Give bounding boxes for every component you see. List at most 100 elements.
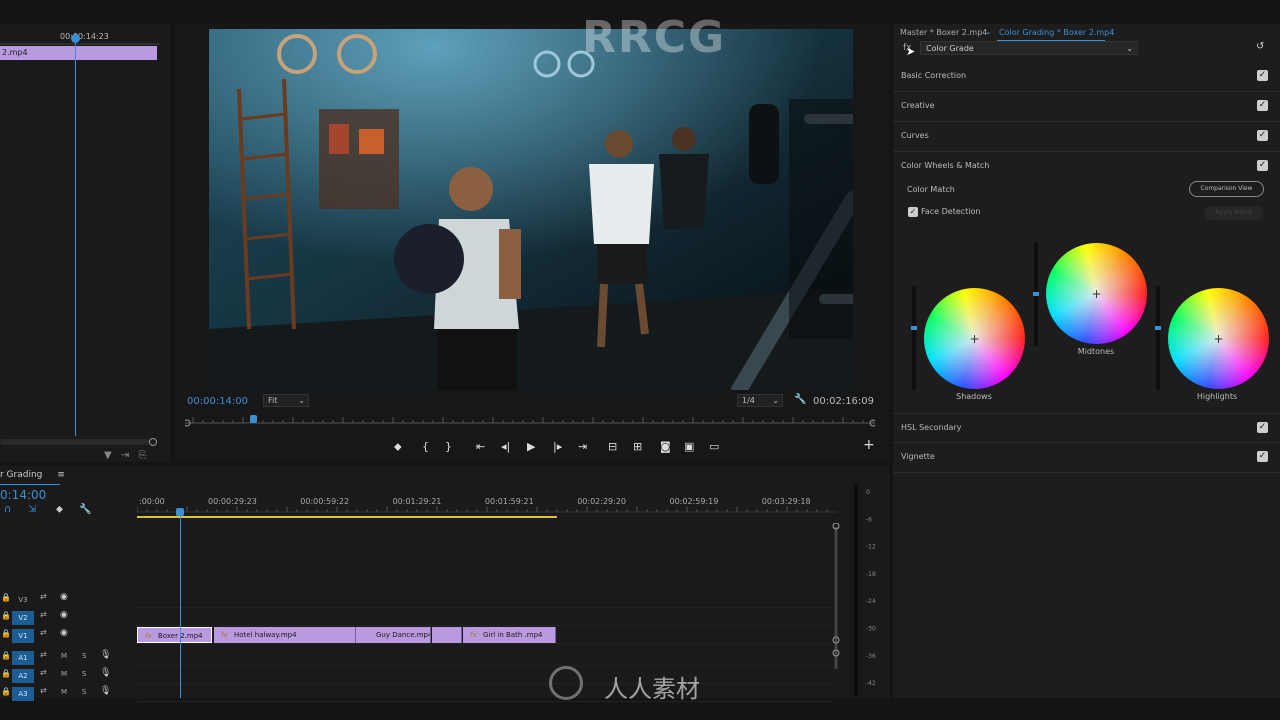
timeline-clip[interactable]: fx Boxer 2.mp4 <box>137 627 212 643</box>
section-curves[interactable]: Curves ✓ <box>893 122 1280 152</box>
menu-icon[interactable]: ≡ <box>57 470 65 480</box>
sync-lock-icon[interactable]: ⇄ <box>40 592 47 601</box>
lock-icon[interactable]: 🔒 <box>1 651 11 660</box>
extract-icon[interactable]: ⊞ <box>633 440 642 453</box>
reset-icon[interactable]: ↺ <box>1256 41 1264 52</box>
track-row-a1[interactable] <box>137 649 832 666</box>
section-enable-checkbox[interactable]: ✓ <box>1257 451 1268 462</box>
shadows-slider-handle[interactable] <box>911 326 917 330</box>
microphone-icon[interactable]: 🎙 <box>100 650 111 660</box>
track-target-v3[interactable]: V3 <box>12 593 34 607</box>
sync-lock-icon[interactable]: ⇄ <box>40 610 47 619</box>
solo-button[interactable]: S <box>82 688 86 696</box>
mark-out-icon[interactable]: } <box>445 440 452 453</box>
track-row-v3[interactable] <box>137 591 832 608</box>
source-playhead[interactable] <box>71 34 80 43</box>
track-target-v2[interactable]: V2 <box>12 611 34 625</box>
midtones-slider[interactable] <box>1033 242 1039 346</box>
track-row-a2[interactable] <box>137 667 832 684</box>
timeline-timecode[interactable]: 0:14:00 <box>0 488 46 502</box>
add-button-icon[interactable]: + <box>863 437 875 453</box>
section-enable-checkbox[interactable]: ✓ <box>1257 100 1268 111</box>
go-to-out-icon[interactable]: ⇥ <box>578 440 587 453</box>
sync-lock-icon[interactable]: ⇄ <box>40 686 47 695</box>
add-marker-icon[interactable]: ⬥ <box>56 504 63 515</box>
timeline-clip[interactable]: Guy Dance.mp4 <box>356 627 431 643</box>
track-row-a3[interactable] <box>137 685 832 702</box>
eye-icon[interactable]: ◉ <box>60 592 68 602</box>
section-creative[interactable]: Creative ✓ <box>893 92 1280 122</box>
insert-icon[interactable]: ⇥ <box>121 450 129 461</box>
track-target-a1[interactable]: A1 <box>12 651 34 665</box>
timeline-clip[interactable] <box>432 627 462 643</box>
sequence-tab[interactable]: r Grading ≡ <box>0 470 65 480</box>
lift-icon[interactable]: ⊟ <box>608 440 617 453</box>
track-target-a2[interactable]: A2 <box>12 669 34 683</box>
section-vignette[interactable]: Vignette ✓ <box>893 443 1280 473</box>
playback-resolution-select[interactable]: 1/4 ⌄ <box>737 394 783 407</box>
section-enable-checkbox[interactable]: ✓ <box>1257 130 1268 141</box>
sync-lock-icon[interactable]: ⇄ <box>40 628 47 637</box>
wrench-icon[interactable]: 🔧 <box>794 394 806 405</box>
eye-icon[interactable]: ◉ <box>60 628 68 638</box>
track-target-v1[interactable]: V1 <box>12 629 34 643</box>
source-clip[interactable]: 2.mp4 <box>0 46 157 60</box>
microphone-icon[interactable]: 🎙 <box>100 668 111 678</box>
track-row-v2[interactable] <box>137 609 832 626</box>
comparison-icon[interactable]: ▣ <box>684 440 694 453</box>
preset-select[interactable]: Color Grade ⌄ <box>920 41 1138 55</box>
work-area-bar[interactable] <box>137 516 557 518</box>
timeline-ruler[interactable]: :00:00 00:00:29:23 00:00:59:22 00:01:29:21 0… <box>137 494 837 518</box>
lock-icon[interactable]: 🔒 <box>1 687 11 696</box>
section-enable-checkbox[interactable]: ✓ <box>1257 422 1268 433</box>
mute-button[interactable]: M <box>61 670 67 678</box>
go-to-in-icon[interactable]: ⇤ <box>476 440 485 453</box>
eye-icon[interactable]: ◉ <box>60 610 68 620</box>
apply-match-button[interactable]: Apply Match <box>1204 206 1264 220</box>
lock-icon[interactable]: 🔒 <box>1 593 11 602</box>
source-scroll-handle[interactable] <box>149 438 157 446</box>
sync-lock-icon[interactable]: ⇄ <box>40 650 47 659</box>
program-playhead[interactable] <box>250 415 257 423</box>
zoom-fit-select[interactable]: Fit ⌄ <box>263 394 309 407</box>
timeline-clip[interactable]: fx Girl in Bath .mp4 <box>463 627 556 643</box>
shadows-slider[interactable] <box>911 286 917 390</box>
section-basic-correction[interactable]: Basic Correction ✓ <box>893 62 1280 92</box>
microphone-icon[interactable]: 🎙 <box>100 686 111 696</box>
lock-icon[interactable]: 🔒 <box>1 611 11 620</box>
section-hsl-secondary[interactable]: HSL Secondary ✓ <box>893 413 1280 443</box>
face-detection-checkbox[interactable]: ✓ <box>908 207 918 217</box>
highlights-slider-handle[interactable] <box>1155 326 1161 330</box>
timeline-settings-icon[interactable]: 🔧 <box>79 504 91 515</box>
program-timecode[interactable]: 00:00:14:00 <box>187 396 248 407</box>
section-color-wheels-match[interactable]: Color Wheels & Match ✓ <box>893 152 1280 182</box>
lock-icon[interactable]: 🔒 <box>1 669 11 678</box>
timeline-clip[interactable]: fx Hotel halway.mp4 <box>214 627 356 643</box>
comparison-view-button[interactable]: Comparison View <box>1189 181 1264 197</box>
step-back-icon[interactable]: ◂| <box>501 440 510 453</box>
midtones-wheel[interactable]: + <box>1046 243 1147 344</box>
lock-icon[interactable]: 🔒 <box>1 629 11 638</box>
shadows-wheel[interactable]: + <box>924 288 1025 389</box>
marker-icon[interactable]: ⬥ <box>394 440 402 454</box>
highlights-slider[interactable] <box>1155 286 1161 390</box>
vr-icon[interactable]: ▭ <box>709 440 719 453</box>
source-zoom-scrollbar[interactable] <box>0 439 150 445</box>
filter-icon[interactable]: ▼ <box>104 450 112 461</box>
linked-selection-icon[interactable]: ⇲ <box>28 504 36 515</box>
sync-lock-icon[interactable]: ⇄ <box>40 668 47 677</box>
timeline-playhead[interactable] <box>176 508 184 516</box>
camera-icon[interactable]: ◙ <box>660 440 671 453</box>
tab-color-grading[interactable]: Color Grading * Boxer 2.mp4 <box>999 28 1114 37</box>
highlights-wheel[interactable]: + <box>1168 288 1269 389</box>
solo-button[interactable]: S <box>82 652 86 660</box>
track-row-v1[interactable]: fx Boxer 2.mp4 fx Hotel halway.mp4 Guy Dance… <box>137 627 832 644</box>
section-enable-checkbox[interactable]: ✓ <box>1257 160 1268 171</box>
mute-button[interactable]: M <box>61 688 67 696</box>
step-forward-icon[interactable]: |▸ <box>553 440 562 453</box>
tab-master[interactable]: Master * Boxer 2.mp4 <box>900 28 987 37</box>
midtones-slider-handle[interactable] <box>1033 292 1039 296</box>
timeline-vertical-scrollbar[interactable] <box>832 523 840 673</box>
snap-icon[interactable]: ∩ <box>4 504 11 515</box>
mark-in-icon[interactable]: { <box>422 440 429 453</box>
